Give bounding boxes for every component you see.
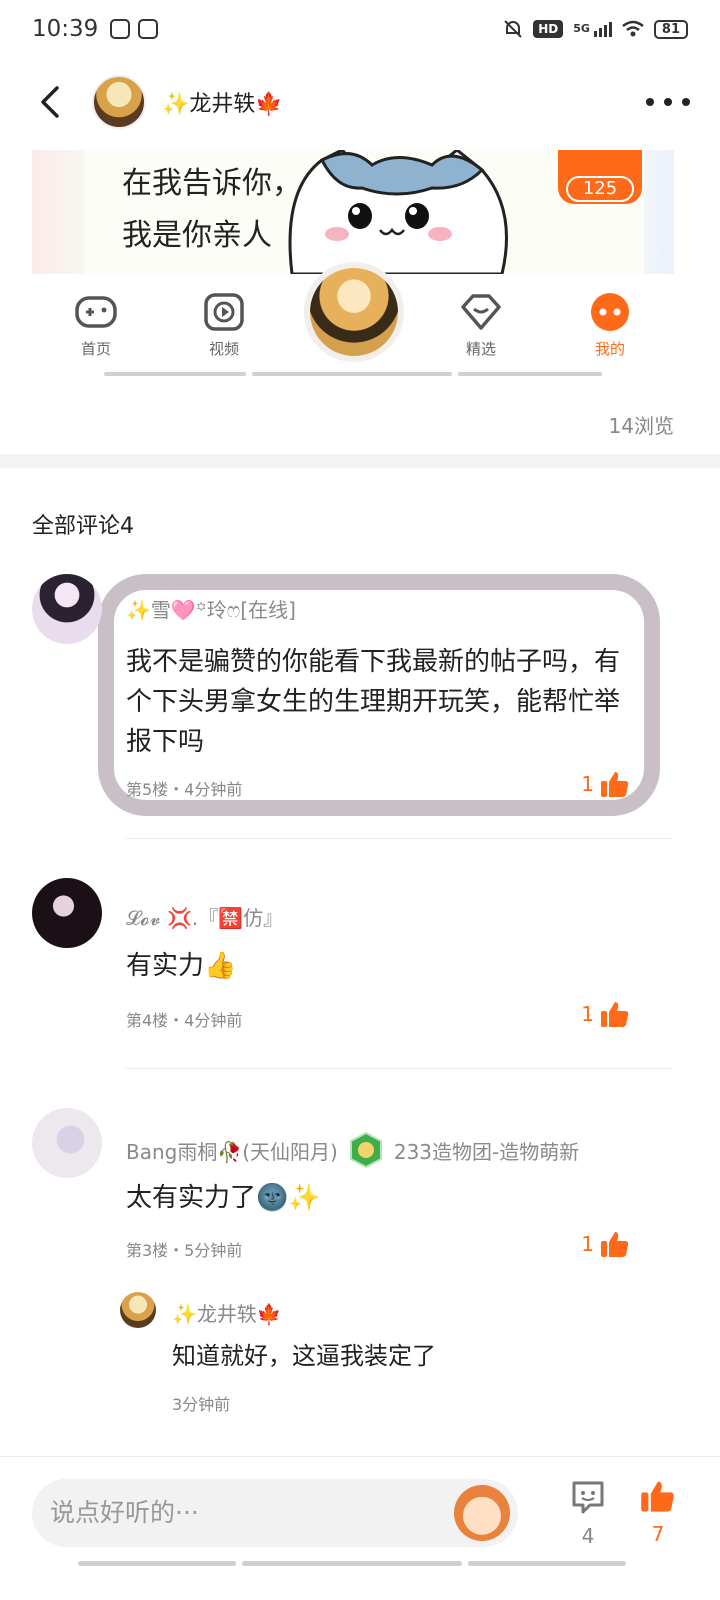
- commenter-name-text: Bang雨桐🥀(天仙阳月): [126, 1139, 338, 1164]
- tab-featured[interactable]: 精选: [433, 292, 529, 359]
- nav-divider: [458, 372, 602, 376]
- comment-like-count: 1: [581, 772, 594, 796]
- thumbs-up-icon: [601, 1002, 629, 1027]
- comment-count-button[interactable]: 4: [558, 1479, 618, 1548]
- comment-meta: 第5楼・4分钟前: [126, 780, 243, 799]
- more-options-button[interactable]: [646, 87, 690, 117]
- heart-icon: [461, 294, 501, 330]
- post-like-count: 125: [566, 176, 634, 202]
- bottom-comment-bar: 说点好听的··· 4 7: [0, 1456, 720, 1600]
- view-count: 14浏览: [608, 414, 674, 438]
- media-notification-icon: [138, 19, 159, 39]
- nav-divider: [104, 372, 246, 376]
- comment-text: 我不是骗赞的你能看下我最新的帖子吗，有个下头男拿女生的生理期开玩笑，能帮忙举报下…: [126, 647, 621, 757]
- home-indicator: [78, 1561, 236, 1566]
- commenter-name[interactable]: 𝓛𝓸𝓿 💢.『🈲仿』: [126, 902, 283, 931]
- status-time: 10:39: [32, 16, 99, 42]
- post-like-total: 7: [651, 1522, 665, 1546]
- tab-home-label: 首页: [80, 340, 111, 358]
- center-avatar-image: [310, 268, 398, 356]
- tab-mine-label: 我的: [594, 340, 625, 358]
- comment-bubble-icon: [572, 1481, 604, 1514]
- author-avatar[interactable]: [92, 75, 146, 129]
- tab-video[interactable]: 视频: [176, 292, 272, 359]
- comment-meta: 第4楼・4分钟前: [126, 1011, 243, 1030]
- top-header: ✨龙井轶🍁: [0, 70, 720, 134]
- center-avatar[interactable]: [304, 262, 404, 362]
- back-button[interactable]: [30, 82, 70, 122]
- comment-count: 4: [581, 1524, 595, 1548]
- reply-author-avatar[interactable]: [120, 1292, 156, 1328]
- comment-separator: [126, 1068, 672, 1069]
- thumbs-up-icon: [641, 1481, 674, 1512]
- reply-text: 知道就好，这逼我装定了: [172, 1342, 436, 1370]
- post-image[interactable]: 在我告诉你，我是你亲人 125: [32, 150, 674, 274]
- signal-icon: 5G: [573, 21, 612, 37]
- commenter-name[interactable]: ✨雪🩷꙳玲ෆ[在线]: [126, 594, 296, 623]
- comment-text: 有实力👍: [126, 951, 237, 981]
- more-dot: [664, 98, 672, 106]
- sticker-monkey-icon[interactable]: [454, 1485, 510, 1541]
- cartoon-cat-illustration: [288, 150, 508, 274]
- mute-bell-icon: [504, 20, 522, 38]
- more-dot: [682, 98, 690, 106]
- play-icon: [204, 293, 244, 331]
- status-bar: 10:39 HD 5G 81: [0, 0, 720, 58]
- battery-icon: 81: [653, 19, 688, 39]
- author-name[interactable]: ✨龙井轶🍁: [162, 86, 283, 118]
- comment-like-button[interactable]: 1: [581, 1230, 630, 1258]
- home-indicator: [242, 1561, 462, 1566]
- wifi-icon: [622, 20, 644, 37]
- thumbs-up-icon: [601, 1232, 629, 1257]
- tab-featured-label: 精选: [465, 340, 496, 358]
- tab-mine[interactable]: 我的: [562, 292, 658, 359]
- face-icon: [591, 293, 629, 331]
- commenter-avatar[interactable]: [32, 1108, 102, 1178]
- tab-video-label: 视频: [208, 340, 239, 358]
- gamepad-icon: [75, 296, 117, 328]
- post-nav: 首页 视频 精选 我的: [32, 262, 674, 384]
- post-like-button[interactable]: 7: [628, 1479, 688, 1546]
- thumbs-up-icon: [601, 772, 629, 797]
- group-badge-icon: [349, 1132, 382, 1168]
- comment-separator: [126, 838, 672, 839]
- reply-author-name[interactable]: ✨龙井轶🍁: [172, 1298, 282, 1327]
- more-dot: [646, 98, 654, 106]
- comment-like-count: 1: [581, 1232, 594, 1256]
- hd-icon: HD: [533, 20, 564, 38]
- comment-like-button[interactable]: 1: [581, 770, 630, 798]
- post-like-badge[interactable]: 125: [558, 150, 642, 204]
- comment-text: 太有实力了🌚✨: [126, 1183, 321, 1213]
- comment-meta: 第3楼・5分钟前: [126, 1241, 243, 1260]
- group-badge-label: 233造物团-造物萌新: [393, 1139, 580, 1164]
- tab-home[interactable]: 首页: [48, 292, 144, 359]
- comment-like-button[interactable]: 1: [581, 1000, 630, 1028]
- commenter-avatar[interactable]: [32, 574, 102, 644]
- commenter-avatar[interactable]: [32, 878, 102, 948]
- chevron-left-icon: [41, 86, 59, 118]
- commenter-name[interactable]: Bang雨桐🥀(天仙阳月) 233造物团-造物萌新: [126, 1132, 579, 1168]
- post-image-text: 在我告诉你，我是你亲人: [122, 166, 302, 253]
- section-divider: [0, 454, 720, 468]
- network-label: 5G: [573, 21, 590, 35]
- app-notification-icon: [110, 19, 131, 39]
- nav-divider: [252, 372, 452, 376]
- reply-time: 3分钟前: [172, 1395, 231, 1414]
- comment-like-count: 1: [581, 1002, 594, 1026]
- comments-title: 全部评论4: [32, 514, 134, 539]
- home-indicator: [468, 1561, 626, 1566]
- comment-input[interactable]: 说点好听的···: [32, 1479, 518, 1547]
